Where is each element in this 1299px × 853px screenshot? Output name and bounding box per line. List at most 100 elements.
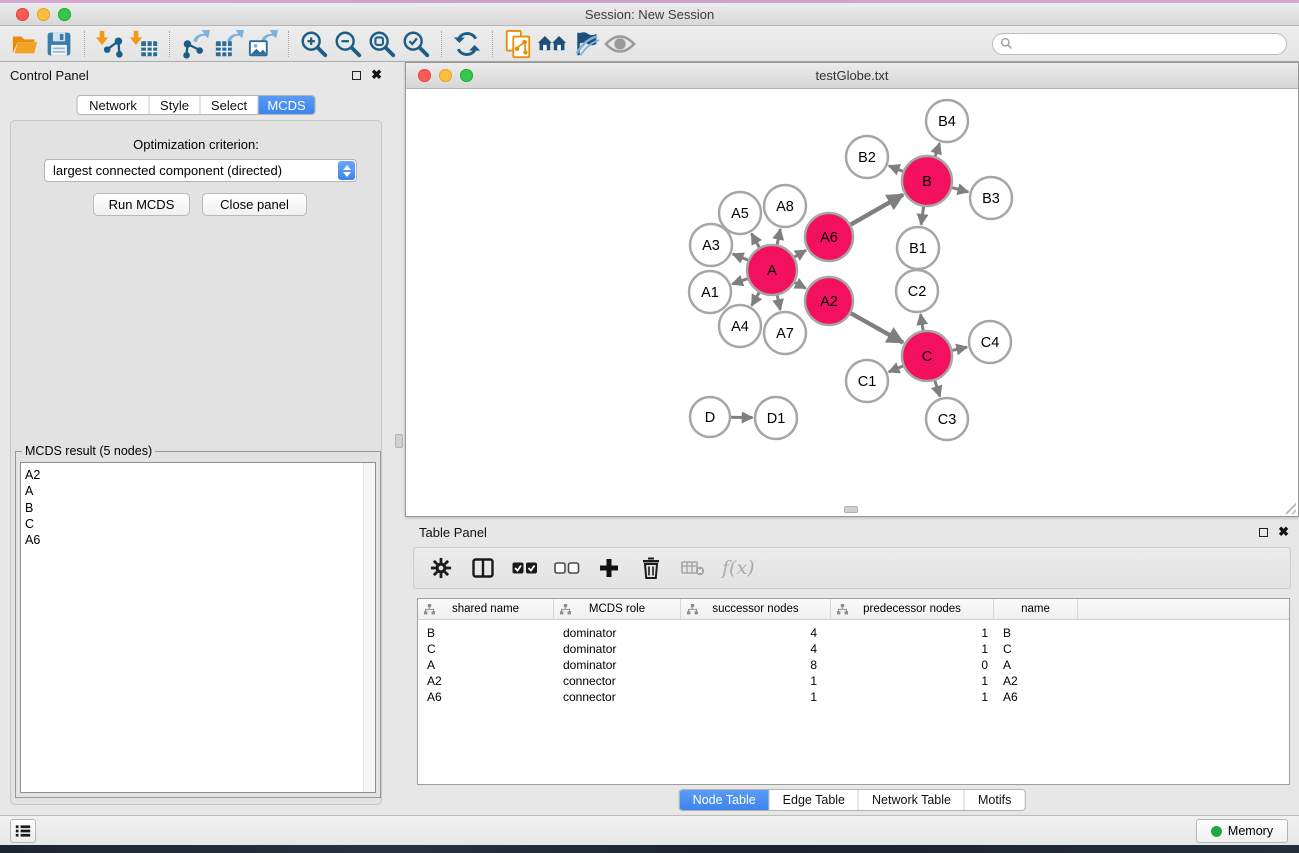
minimize-window-button[interactable] [37,8,50,21]
tab-node-table[interactable]: Node Table [680,790,770,810]
close-panel-icon[interactable]: ✖ [1278,527,1289,537]
close-view-button[interactable] [418,69,431,82]
tab-select[interactable]: Select [201,96,259,114]
zoom-fit-icon[interactable] [365,29,399,59]
tab-network[interactable]: Network [78,96,150,114]
table-cell[interactable]: dominator [554,642,681,656]
tab-motifs[interactable]: Motifs [965,790,1024,810]
table-cell[interactable]: 1 [831,690,994,704]
network-graph[interactable]: B4B2BB3A5A8A6A3AB1A1C2A2A4A7CC4C1C3DD1 [406,89,1298,517]
gear-icon[interactable] [428,555,454,581]
table-row[interactable]: A6 connector 1 1 A6 [418,689,1289,705]
search-input[interactable] [1013,35,1286,53]
float-panel-icon[interactable] [352,71,361,80]
column-header-predecessor-nodes[interactable]: predecessor nodes [831,599,994,619]
zoom-in-icon[interactable] [297,29,331,59]
search-box[interactable] [992,33,1287,55]
zoom-window-button[interactable] [58,8,71,21]
table-cell[interactable]: 1 [681,674,831,688]
mcds-result-item[interactable]: B [21,500,375,516]
mcds-list-scrollbar[interactable] [363,463,375,792]
select-all-checkboxes-icon[interactable] [512,555,538,581]
table-cell[interactable]: A2 [994,674,1078,688]
save-icon[interactable] [42,29,76,59]
table-cell[interactable]: 4 [681,642,831,656]
graph-edge-B-B4[interactable] [935,143,940,158]
table-cell[interactable]: A6 [418,690,554,704]
table-cell[interactable]: 1 [831,626,994,640]
new-network-from-selection-icon[interactable] [501,29,535,59]
mcds-result-list[interactable]: A2 A B C A6 [20,462,376,793]
mcds-result-item[interactable]: A [21,483,375,499]
tab-edge-table[interactable]: Edge Table [770,790,859,810]
run-mcds-button[interactable]: Run MCDS [93,193,190,216]
table-row[interactable]: B dominator 4 1 B [418,625,1289,641]
refresh-icon[interactable] [450,29,484,59]
tab-mcds[interactable]: MCDS [259,96,315,114]
graph-edge-A-A6[interactable] [793,250,806,258]
table-cell[interactable]: B [418,626,554,640]
table-row[interactable]: A dominator 8 0 A [418,657,1289,673]
graph-edge-A-A1[interactable] [732,278,749,284]
import-table-icon[interactable] [127,29,161,59]
graph-edge-A-A7[interactable] [777,294,780,310]
eye-icon[interactable] [603,29,637,59]
table-cell[interactable]: A6 [994,690,1078,704]
table-cell[interactable]: connector [554,690,681,704]
table-cell[interactable]: 0 [831,658,994,672]
open-folder-icon[interactable] [8,29,42,59]
graph-edge-C-C4[interactable] [950,347,967,351]
mcds-result-item[interactable]: C [21,516,375,532]
graph-edge-C-C2[interactable] [921,314,924,332]
column-header-successor-nodes[interactable]: successor nodes [681,599,831,619]
table-cell[interactable]: 4 [681,626,831,640]
graph-edge-B-B1[interactable] [921,205,924,225]
graph-edge-B-B3[interactable] [950,187,968,192]
delete-column-icon[interactable] [638,555,664,581]
graph-edge-A-A5[interactable] [752,233,761,249]
hide-graphics-details-icon[interactable] [569,29,603,59]
show-all-views-icon[interactable] [535,29,569,59]
table-cell[interactable]: dominator [554,658,681,672]
minimize-view-button[interactable] [439,69,452,82]
network-canvas[interactable]: B4B2BB3A5A8A6A3AB1A1C2A2A4A7CC4C1C3DD1 [406,89,1298,516]
graph-edge-A-A4[interactable] [752,291,760,306]
close-panel-button[interactable]: Close panel [202,193,307,216]
column-header-shared-name[interactable]: shared name [418,599,554,619]
vertical-divider-handle[interactable] [395,434,403,448]
table-cell[interactable]: 1 [831,674,994,688]
table-cell[interactable]: 8 [681,658,831,672]
graph-edge-C-C3[interactable] [934,379,940,397]
mcds-result-item[interactable]: A2 [21,467,375,483]
float-panel-icon[interactable] [1259,528,1268,537]
graph-edge-A-A3[interactable] [733,254,750,261]
graph-edge-C-C1[interactable] [889,365,905,372]
memory-button[interactable]: Memory [1196,819,1288,843]
graph-edge-A-A8[interactable] [777,229,781,246]
zoom-selected-icon[interactable] [399,29,433,59]
tab-style[interactable]: Style [150,96,201,114]
export-table-icon[interactable] [212,29,246,59]
import-network-icon[interactable] [93,29,127,59]
add-column-icon[interactable] [596,555,622,581]
graph-edge-A2-C[interactable] [849,312,903,342]
table-cell[interactable]: A [418,658,554,672]
table-cell[interactable]: 1 [681,690,831,704]
columns-icon[interactable] [470,555,496,581]
table-row[interactable]: C dominator 4 1 C [418,641,1289,657]
mcds-result-item[interactable]: A6 [21,532,375,548]
close-panel-icon[interactable]: ✖ [371,70,382,80]
close-window-button[interactable] [16,8,29,21]
table-cell[interactable]: 1 [831,642,994,656]
column-header-name[interactable]: name [994,599,1078,619]
export-network-icon[interactable] [178,29,212,59]
deselect-all-checkboxes-icon[interactable] [554,555,580,581]
task-history-button[interactable] [10,819,36,843]
table-cell[interactable]: A2 [418,674,554,688]
graph-edge-B-B2[interactable] [889,166,905,172]
zoom-out-icon[interactable] [331,29,365,59]
tab-network-table[interactable]: Network Table [859,790,965,810]
table-cell[interactable]: dominator [554,626,681,640]
column-header-mcds-role[interactable]: MCDS role [554,599,681,619]
graph-edge-A6-B[interactable] [849,195,903,226]
